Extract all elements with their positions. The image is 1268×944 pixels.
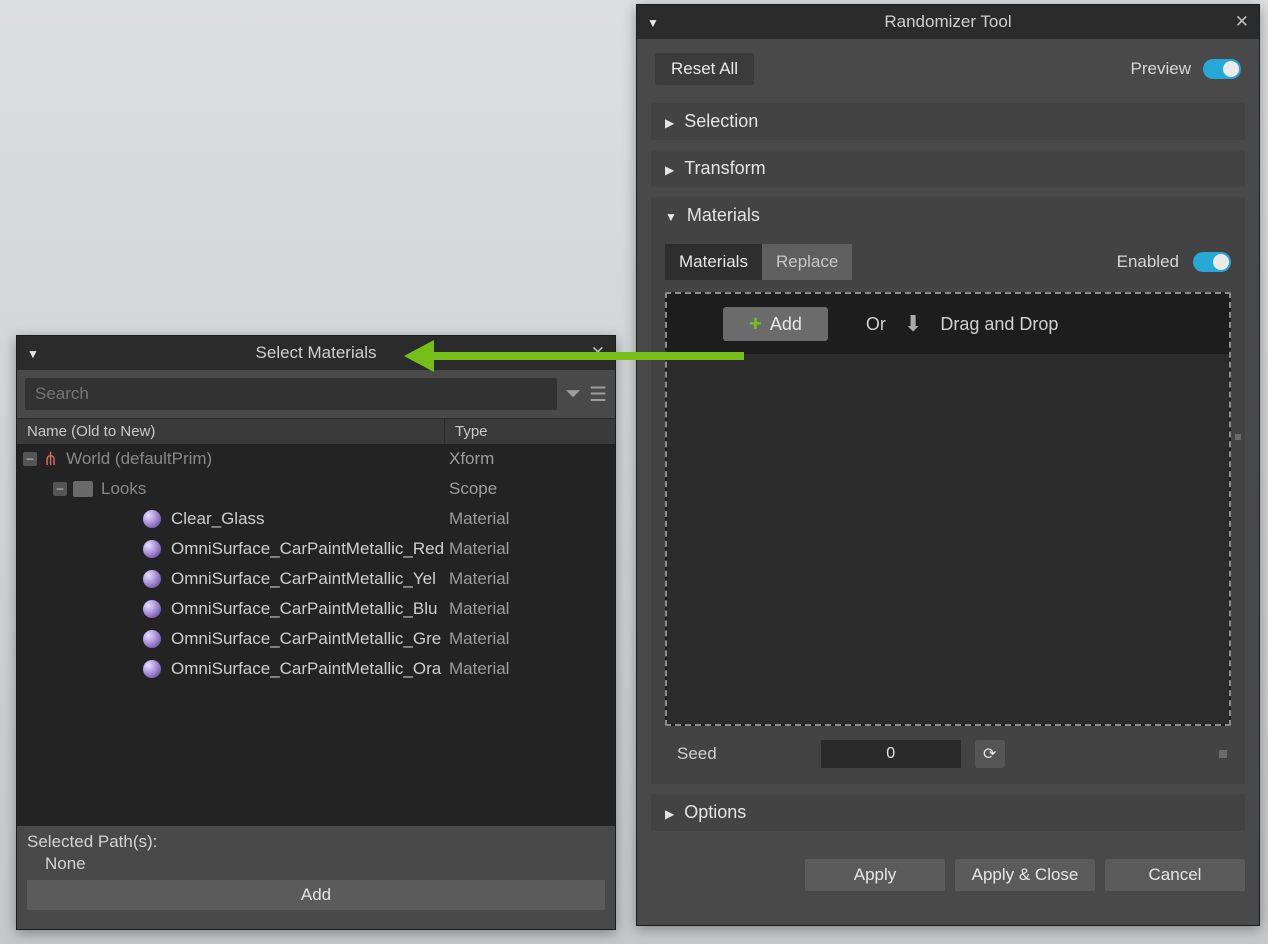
folder-icon: [73, 481, 93, 497]
section-options: Options: [651, 794, 1245, 831]
tree-row-name: OmniSurface_CarPaintMetallic_Red: [171, 539, 444, 559]
column-name[interactable]: Name (Old to New): [17, 419, 445, 444]
panel-disclosure-icon[interactable]: [647, 12, 659, 32]
tree-row[interactable]: OmniSurface_CarPaintMetallic_OraMaterial: [17, 654, 615, 684]
enabled-label: Enabled: [1117, 252, 1179, 272]
tree-row-name: OmniSurface_CarPaintMetallic_Yel: [171, 569, 436, 589]
collapse-icon[interactable]: –: [23, 452, 37, 466]
panel-disclosure-icon[interactable]: [27, 343, 39, 363]
collapse-icon[interactable]: –: [53, 482, 67, 496]
scrollbar-handle[interactable]: [1235, 434, 1241, 440]
tree-row-name: OmniSurface_CarPaintMetallic_Ora: [171, 659, 441, 679]
chevron-down-icon: [665, 208, 677, 224]
tree-row[interactable]: OmniSurface_CarPaintMetallic_RedMaterial: [17, 534, 615, 564]
close-icon[interactable]: ✕: [591, 343, 605, 363]
cancel-button[interactable]: Cancel: [1105, 859, 1245, 891]
dragdrop-label: Drag and Drop: [940, 314, 1058, 335]
apply-close-button[interactable]: Apply & Close: [955, 859, 1095, 891]
material-icon: [143, 540, 161, 558]
section-materials-header[interactable]: Materials: [651, 197, 1245, 234]
tree-row[interactable]: OmniSurface_CarPaintMetallic_GreMaterial: [17, 624, 615, 654]
tree-row-type: Material: [445, 539, 615, 559]
add-selected-button[interactable]: Add: [27, 880, 605, 910]
tree-row[interactable]: – Looks Scope: [17, 474, 615, 504]
tree-row-name: OmniSurface_CarPaintMetallic_Blu: [171, 599, 437, 619]
column-type[interactable]: Type: [445, 419, 615, 444]
material-icon: [143, 510, 161, 528]
or-label: Or: [866, 314, 886, 335]
section-label: Materials: [687, 205, 760, 226]
tree-row-name: World (defaultPrim): [66, 449, 212, 469]
chevron-right-icon: [665, 114, 674, 130]
seed-slider[interactable]: [1023, 752, 1227, 756]
materials-enabled-toggle[interactable]: [1193, 252, 1231, 272]
panel-title: Select Materials: [256, 343, 377, 363]
materials-dropzone[interactable]: + Add Or ⬇ Drag and Drop: [665, 292, 1231, 726]
seed-refresh-button[interactable]: ⟳: [975, 740, 1005, 768]
reset-all-button[interactable]: Reset All: [655, 53, 754, 85]
preview-toggle[interactable]: [1203, 59, 1241, 79]
selected-paths-value: None: [27, 854, 605, 874]
tab-materials[interactable]: Materials: [665, 244, 762, 280]
tree-row[interactable]: OmniSurface_CarPaintMetallic_Blu Material: [17, 594, 615, 624]
tree-row-name: Clear_Glass: [171, 509, 265, 529]
material-icon: [143, 570, 161, 588]
tree-row-type: Scope: [445, 479, 615, 499]
panel-title: Randomizer Tool: [884, 12, 1011, 32]
world-icon: ⋔: [43, 449, 58, 470]
section-transform-header[interactable]: Transform: [651, 150, 1245, 187]
tree-row-type: Material: [445, 569, 615, 589]
section-label: Transform: [684, 158, 765, 179]
filter-icon[interactable]: ⏷: [565, 383, 581, 406]
plus-icon: +: [749, 313, 762, 335]
tree-header[interactable]: Name (Old to New) Type: [17, 418, 615, 444]
material-tree[interactable]: –⋔World (defaultPrim)Xform–LooksScopeCle…: [17, 444, 615, 826]
material-icon: [143, 600, 161, 618]
tree-row-type: Material: [445, 509, 615, 529]
preview-label: Preview: [1131, 59, 1191, 79]
chevron-right-icon: [665, 161, 674, 177]
seed-label: Seed: [677, 744, 717, 764]
search-input[interactable]: [25, 378, 557, 410]
tree-row[interactable]: OmniSurface_CarPaintMetallic_Yel Material: [17, 564, 615, 594]
download-icon: ⬇: [904, 311, 922, 337]
randomizer-panel: Randomizer Tool ✕ Reset All Preview Sele…: [636, 4, 1260, 926]
section-selection: Selection: [651, 103, 1245, 140]
tree-row[interactable]: –⋔ World (defaultPrim) Xform: [17, 444, 615, 474]
chevron-right-icon: [665, 805, 674, 821]
tree-row-type: Xform: [445, 449, 615, 469]
tree-row-type: Material: [445, 629, 615, 649]
section-selection-header[interactable]: Selection: [651, 103, 1245, 140]
randomizer-titlebar[interactable]: Randomizer Tool ✕: [637, 5, 1259, 39]
section-transform: Transform: [651, 150, 1245, 187]
tab-replace[interactable]: Replace: [762, 244, 852, 280]
select-materials-titlebar[interactable]: Select Materials ✕: [17, 336, 615, 370]
seed-input[interactable]: [821, 740, 961, 768]
material-icon: [143, 630, 161, 648]
section-label: Selection: [684, 111, 758, 132]
menu-icon[interactable]: ☰: [589, 382, 607, 407]
section-label: Options: [684, 802, 746, 823]
apply-button[interactable]: Apply: [805, 859, 945, 891]
material-icon: [143, 660, 161, 678]
selected-paths-label: Selected Path(s):: [27, 832, 605, 852]
add-button[interactable]: + Add: [723, 307, 828, 341]
tree-row[interactable]: Clear_Glass Material: [17, 504, 615, 534]
add-button-label: Add: [770, 314, 802, 335]
tree-row-type: Material: [445, 659, 615, 679]
section-materials: Materials Materials Replace Enabled + A: [651, 197, 1245, 784]
tree-row-type: Material: [445, 599, 615, 619]
tree-row-name: Looks: [101, 479, 146, 499]
tree-row-name: OmniSurface_CarPaintMetallic_Gre: [171, 629, 441, 649]
materials-list: [667, 354, 1229, 724]
close-icon[interactable]: ✕: [1235, 12, 1249, 32]
section-options-header[interactable]: Options: [651, 794, 1245, 831]
select-materials-panel: Select Materials ✕ ⏷ ☰ Name (Old to New)…: [16, 335, 616, 930]
